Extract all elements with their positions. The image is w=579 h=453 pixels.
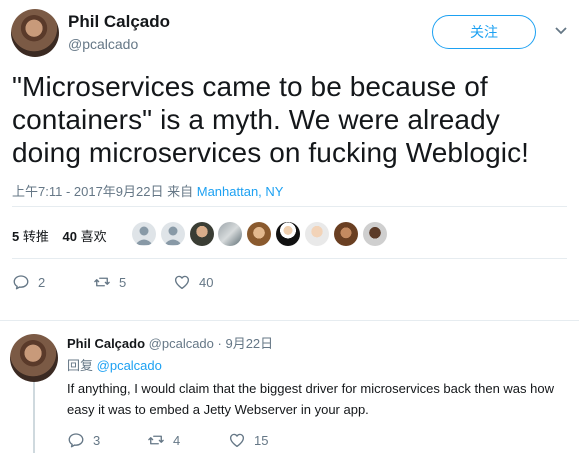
liker-avatar[interactable] xyxy=(305,222,329,246)
divider xyxy=(0,320,579,321)
thread-line xyxy=(33,382,35,453)
tweet-timestamp[interactable]: 上午7:11 - 2017年9月22日 来自 xyxy=(12,184,193,199)
like-action[interactable]: 40 xyxy=(173,273,213,291)
author-name[interactable]: Phil Calçado xyxy=(68,12,170,32)
reply-author-name[interactable]: Phil Calçado xyxy=(67,336,145,351)
reply-retweet-count: 4 xyxy=(173,432,181,448)
reply-date[interactable]: · 9月22日 xyxy=(218,336,274,351)
reply-action[interactable]: 2 xyxy=(12,273,45,291)
reply-count: 2 xyxy=(38,274,46,290)
liker-avatar[interactable] xyxy=(276,222,300,246)
like-icon xyxy=(229,433,245,448)
reply-icon xyxy=(68,433,84,448)
likes-count[interactable]: 40 xyxy=(63,229,77,244)
likes-label[interactable]: 喜欢 xyxy=(81,229,107,244)
retweet-action[interactable]: 5 xyxy=(93,273,126,291)
retweet-icon xyxy=(94,277,110,287)
reply-header: Phil Calçado @pcalcado · 9月22日 xyxy=(67,333,273,352)
retweet-icon xyxy=(148,435,164,445)
liker-avatar[interactable] xyxy=(161,222,185,246)
liker-avatar[interactable] xyxy=(132,222,156,246)
tweet-text: "Microservices came to be because of con… xyxy=(12,71,530,168)
tweet-meta: 上午7:11 - 2017年9月22日 来自 Manhattan, NY xyxy=(12,181,283,200)
reply-like-count: 15 xyxy=(254,432,269,448)
like-count: 40 xyxy=(199,274,214,290)
liker-avatar[interactable] xyxy=(334,222,358,246)
divider xyxy=(12,258,567,259)
reply-icon xyxy=(13,275,29,290)
liker-avatar[interactable] xyxy=(247,222,271,246)
reply-retweet-action[interactable]: 4 xyxy=(147,431,180,449)
tweet-stats: 5 转推 40 喜欢 xyxy=(12,226,107,245)
reply-like-action[interactable]: 15 xyxy=(228,431,268,449)
author-handle[interactable]: @pcalcado xyxy=(68,36,138,52)
retweets-count[interactable]: 5 xyxy=(12,229,19,244)
chevron-down-icon[interactable] xyxy=(554,26,568,36)
liker-avatar[interactable] xyxy=(190,222,214,246)
follow-button[interactable]: 关注 xyxy=(432,15,536,49)
reply-author-handle[interactable]: @pcalcado xyxy=(149,336,214,351)
tweet-location-link[interactable]: Manhattan, NY xyxy=(197,184,284,199)
reply-reply-action[interactable]: 3 xyxy=(67,431,100,449)
reply-to-handle-link[interactable]: @pcalcado xyxy=(97,358,162,373)
liker-avatar[interactable] xyxy=(218,222,242,246)
reply-reply-count: 3 xyxy=(93,432,101,448)
liker-avatar[interactable] xyxy=(363,222,387,246)
author-avatar[interactable] xyxy=(11,9,59,57)
like-icon xyxy=(174,275,190,290)
divider xyxy=(12,206,567,207)
retweets-label[interactable]: 转推 xyxy=(23,229,49,244)
reply-to-line: 回复 @pcalcado xyxy=(67,355,162,374)
reply-text: If anything, I would claim that the bigg… xyxy=(67,381,554,417)
reply-author-avatar[interactable] xyxy=(10,334,58,382)
reply-to-label: 回复 xyxy=(67,358,94,373)
retweet-count: 5 xyxy=(119,274,127,290)
